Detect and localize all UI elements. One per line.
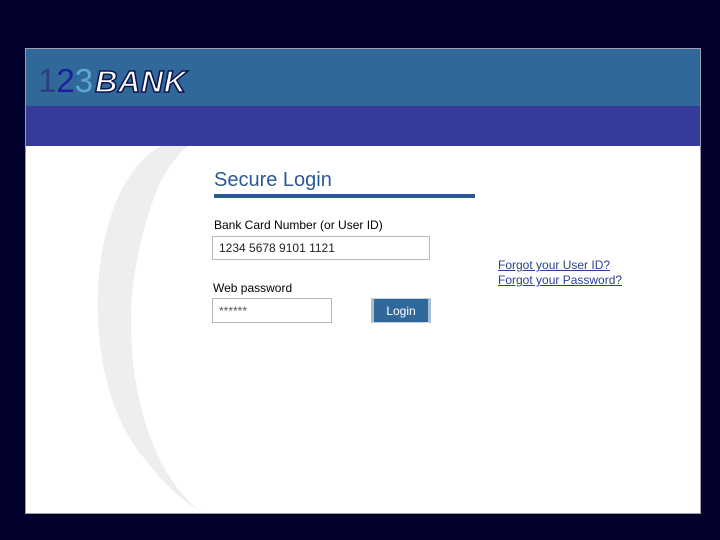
bank-logo[interactable]: 123BANK [38, 62, 187, 101]
logo-word: BANK [94, 63, 187, 100]
card-number-input[interactable] [212, 236, 430, 260]
logo-digit-3: 3 [74, 62, 94, 99]
header-bar: 123BANK [26, 49, 700, 106]
password-label: Web password [213, 281, 293, 295]
forgot-user-id-link[interactable]: Forgot your User ID? [498, 258, 622, 273]
password-input[interactable] [212, 298, 332, 323]
browser-page: 123BANK Secure Login Bank Card Number (o… [25, 48, 701, 514]
help-links: Forgot your User ID? Forgot your Passwor… [498, 258, 622, 288]
navigation-bar [26, 106, 700, 146]
forgot-password-link[interactable]: Forgot your Password? [498, 273, 622, 288]
card-number-label: Bank Card Number (or User ID) [214, 218, 383, 232]
login-button[interactable]: Login [371, 298, 431, 323]
logo-digit-1: 1 [38, 62, 57, 99]
title-underline [214, 194, 475, 198]
logo-digit-2: 2 [56, 62, 75, 99]
page-title: Secure Login [214, 169, 332, 191]
background-swoosh-graphic [97, 146, 201, 512]
